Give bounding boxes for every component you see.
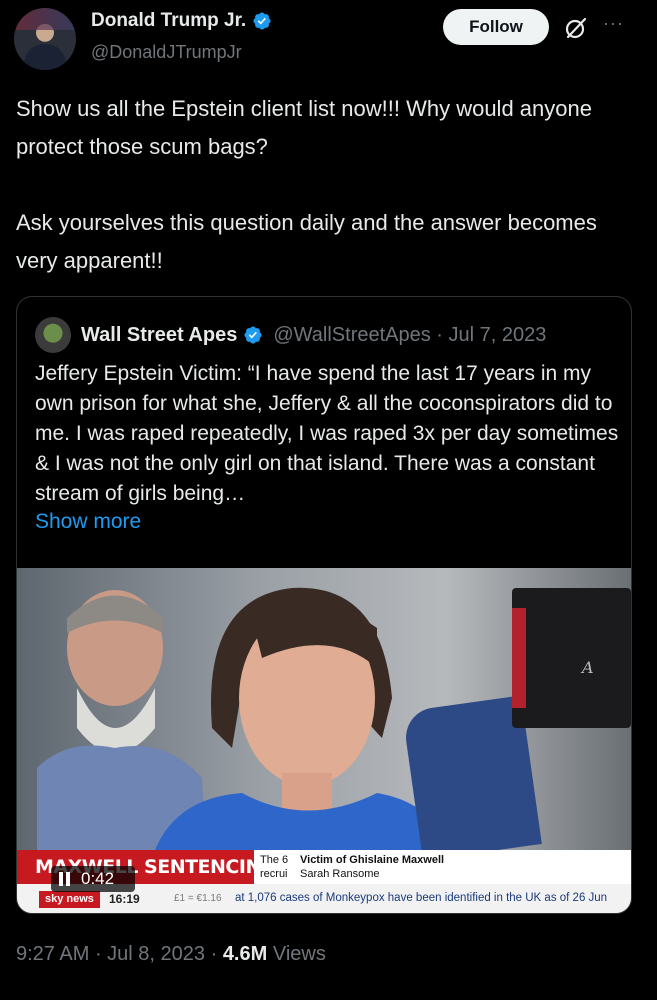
tweet-header: Donald Trump Jr. @DonaldJTrumpJr Follow … <box>0 0 657 84</box>
news-caption: The 6 Victim of Ghislaine Maxwell recrui… <box>254 850 631 884</box>
tweet-paragraph-1: Show us all the Epstein client list now!… <box>16 96 592 159</box>
video-player[interactable]: A MAXWELL SENTENCING The 6 Victim of Ghi… <box>17 568 631 913</box>
tweet-paragraph-2: Ask yourselves this question daily and t… <box>16 210 597 273</box>
tweet-date[interactable]: Jul 8, 2023 <box>107 943 205 965</box>
video-camera-equipment: A <box>512 588 631 728</box>
follow-button[interactable]: Follow <box>443 9 549 45</box>
camera-label: A <box>582 658 594 677</box>
show-more-link[interactable]: Show more <box>35 510 141 534</box>
grok-icon[interactable] <box>564 16 588 40</box>
quoted-tweet[interactable]: Wall Street Apes @WallStreetApes · Jul 7… <box>16 296 632 914</box>
caption-right-1: Victim of Ghislaine Maxwell <box>300 854 445 866</box>
quoted-tweet-header: Wall Street Apes @WallStreetApes · Jul 7… <box>35 317 546 353</box>
verified-badge-icon <box>244 326 262 344</box>
verified-badge-icon <box>253 12 271 30</box>
video-pause-control[interactable]: 0:42 <box>51 866 135 892</box>
author-handle[interactable]: @DonaldJTrumpJr <box>91 42 242 63</box>
author-name-row: Donald Trump Jr. <box>91 10 272 32</box>
quoted-tweet-text: Jeffery Epstein Victim: “I have spend th… <box>35 362 619 505</box>
quoted-author-avatar[interactable] <box>35 317 71 353</box>
ticker-news: at 1,076 cases of Monkeypox have been id… <box>235 892 608 904</box>
pause-icon[interactable] <box>59 872 71 886</box>
meta-separator: · <box>210 943 223 965</box>
more-icon[interactable]: ··· <box>603 13 624 34</box>
meta-separator: · <box>94 943 108 965</box>
views-label: Views <box>272 943 326 965</box>
tweet-text: Show us all the Epstein client list now!… <box>16 90 641 280</box>
caption-left-2: recrui <box>260 868 288 880</box>
views-count: 4.6M <box>222 943 268 965</box>
quoted-author-name[interactable]: Wall Street Apes <box>81 324 237 347</box>
video-duration: 0:42 <box>81 869 115 888</box>
sky-news-logo: sky news <box>39 891 100 908</box>
tweet-time[interactable]: 9:27 AM <box>16 943 89 965</box>
ticker-exchange-rate: £1 = €1.16 <box>174 893 222 904</box>
ticker-time: 16:19 <box>109 892 140 906</box>
author-avatar[interactable] <box>14 8 76 70</box>
tweet-meta: 9:27 AM · Jul 8, 2023 · 4.6M Views <box>16 943 326 966</box>
author-display-name[interactable]: Donald Trump Jr. <box>91 10 246 32</box>
caption-right-2: Sarah Ransome <box>300 868 380 880</box>
caption-left-1: The 6 <box>260 854 289 866</box>
quoted-author-handle-date: @WallStreetApes · Jul 7, 2023 <box>273 323 547 346</box>
